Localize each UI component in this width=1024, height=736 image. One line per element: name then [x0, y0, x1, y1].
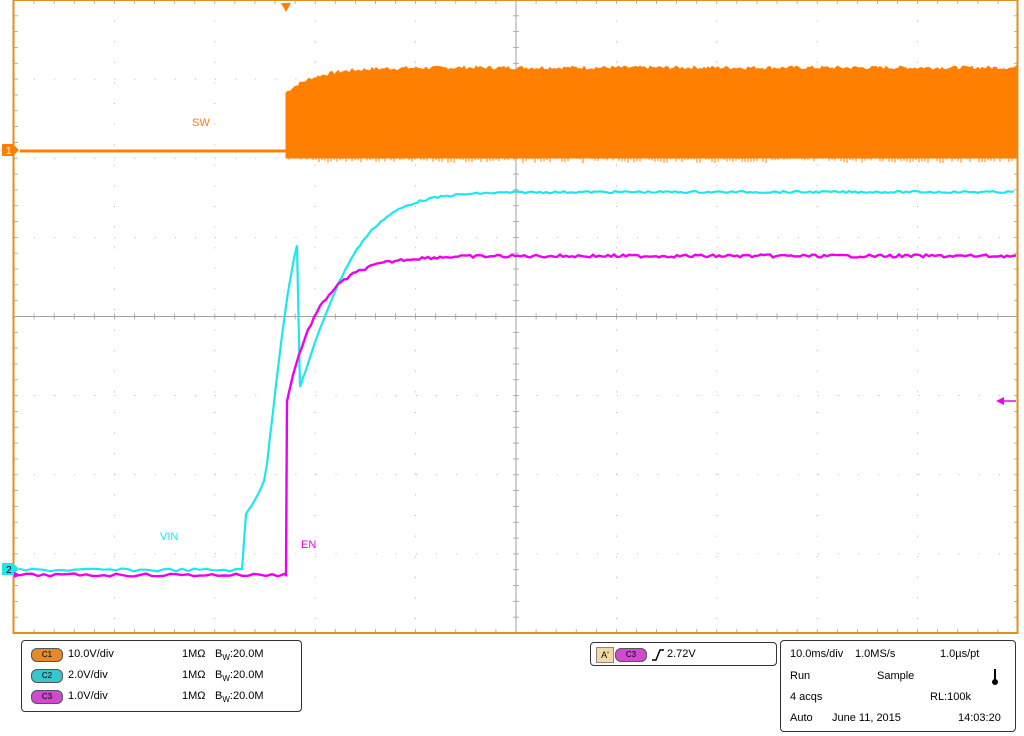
- acquisition-count: 4 acqs: [790, 691, 823, 703]
- time: 14:03:20: [958, 712, 1001, 724]
- ch1-badge[interactable]: C1: [31, 648, 63, 662]
- ch2-coupling: 1MΩ: [182, 669, 206, 681]
- channel-settings-panel: C1 10.0V/div 1MΩ BW:20.0M C2 2.0V/div 1M…: [21, 640, 302, 712]
- ch2-bandwidth: BW:20.0M: [215, 669, 264, 683]
- ch2-badge-label: C2: [41, 671, 53, 680]
- rising-edge-icon: [652, 649, 664, 661]
- en-trace-label: EN: [301, 539, 316, 551]
- acquisition-mode: Sample: [877, 670, 915, 682]
- ch3-scale: 1.0V/div: [68, 690, 108, 702]
- acquisition-panel: 10.0ms/div 1.0MS/s 1.0µs/pt Run Sample 4…: [780, 640, 1016, 732]
- trigger-mode-tag: A': [596, 647, 614, 663]
- thermometer-icon: [992, 669, 998, 685]
- date: June 11, 2015: [832, 712, 901, 724]
- ch2-marker-label: 2: [6, 565, 12, 576]
- sample-rate: 1.0MS/s: [855, 648, 896, 660]
- ch3-bandwidth: BW:20.0M: [215, 690, 264, 704]
- ch1-bandwidth: BW:20.0M: [215, 648, 264, 662]
- record-length: RL:100k: [930, 691, 971, 703]
- ch3-badge[interactable]: C3: [31, 690, 63, 704]
- ch1-marker-label: 1: [6, 146, 12, 157]
- ch2-scale: 2.0V/div: [68, 669, 108, 681]
- trigger-mode: Auto: [790, 712, 813, 724]
- scope-display: SW VIN EN 1 2: [2, 0, 1019, 634]
- trigger-source-badge[interactable]: C3: [615, 648, 647, 662]
- trigger-level: 2.72V: [667, 648, 696, 660]
- vin-trace-label: VIN: [160, 531, 178, 543]
- resolution: 1.0µs/pt: [940, 648, 980, 660]
- trigger-source-label: C3: [625, 650, 637, 659]
- ch1-badge-label: C1: [41, 650, 53, 659]
- sw-trace-label: SW: [192, 117, 210, 129]
- ch1-scale: 10.0V/div: [68, 648, 114, 660]
- trigger-panel[interactable]: A' C3 2.72V: [590, 642, 777, 666]
- ch3-badge-label: C3: [41, 692, 53, 701]
- run-state: Run: [790, 670, 811, 682]
- timebase: 10.0ms/div: [790, 648, 844, 660]
- ch3-coupling: 1MΩ: [182, 690, 206, 702]
- ch2-badge[interactable]: C2: [31, 669, 63, 683]
- ch1-coupling: 1MΩ: [182, 648, 206, 660]
